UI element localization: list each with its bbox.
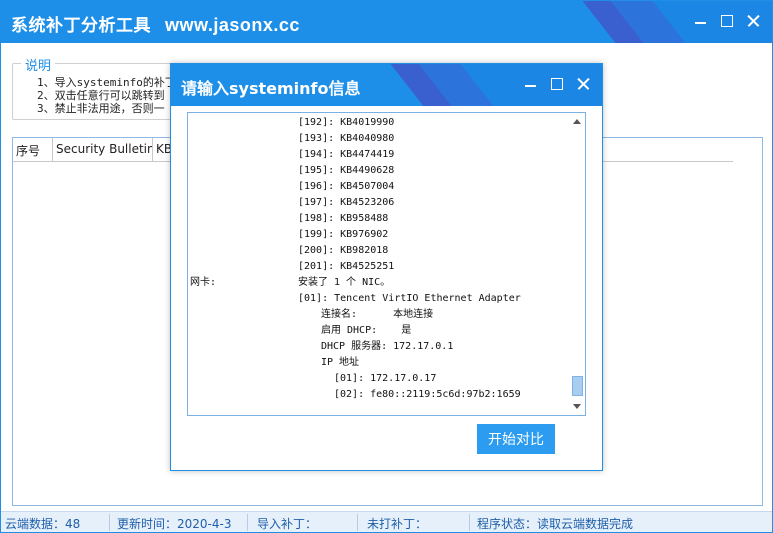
column-header-bulletin[interactable]: Security Bulletin — [53, 138, 153, 161]
status-program-state: 程序状态：读取云端数据完成 — [477, 517, 634, 531]
systeminfo-value: [192]: KB4019990 — [298, 117, 395, 128]
description-line: 3、禁止非法用途，否则一 — [37, 102, 165, 115]
systeminfo-value: [200]: KB982018 — [298, 245, 389, 256]
systeminfo-value: [194]: KB4474419 — [298, 149, 395, 160]
systeminfo-value: 启用 DHCP: 是 — [321, 325, 412, 336]
systeminfo-value: [01]: Tencent VirtIO Ethernet Adapter — [298, 293, 521, 304]
systeminfo-value: [197]: KB4523206 — [298, 197, 395, 208]
description-lines: 1、导入systeminfo的补丁 2、双击任意行可以跳转到 3、禁止非法用途，… — [37, 76, 176, 115]
systeminfo-key: 网卡: — [190, 277, 217, 288]
status-bar: 云端数据：48 更新时间：2020-4-3 导入补丁： 未打补丁： 程序状态：读… — [1, 511, 772, 532]
vertical-scrollbar[interactable] — [570, 113, 585, 415]
start-compare-button[interactable]: 开始对比 — [477, 424, 555, 454]
scroll-up-icon[interactable] — [573, 119, 581, 124]
description-group: 说明 1、导入systeminfo的补丁 2、双击任意行可以跳转到 3、禁止非法… — [12, 55, 194, 120]
app-title: 系统补丁分析工具 www.jasonx.cc — [11, 11, 300, 36]
scroll-thumb[interactable] — [572, 376, 583, 396]
close-icon[interactable] — [745, 13, 761, 29]
dialog-title: 请输入systeminfo信息 — [181, 79, 361, 98]
systeminfo-value: IP 地址 — [321, 357, 360, 368]
systeminfo-value: [01]: 172.17.0.17 — [334, 373, 437, 384]
maximize-icon[interactable] — [549, 76, 565, 92]
description-legend: 说明 — [21, 55, 56, 74]
minimize-icon[interactable] — [693, 13, 709, 29]
scroll-down-icon[interactable] — [573, 404, 581, 409]
systeminfo-text[interactable]: [192]: KB4019990 [193]: KB4040980 [194]: K… — [188, 113, 570, 415]
app-title-site: www.jasonx.cc — [165, 15, 300, 35]
description-line: 2、双击任意行可以跳转到 — [37, 89, 165, 102]
main-window-controls — [693, 13, 761, 29]
systeminfo-dialog: 请输入systeminfo信息 [192]: KB4019990 [193]: K… — [170, 63, 603, 471]
systeminfo-value: [195]: KB4490628 — [298, 165, 395, 176]
systeminfo-value: [198]: KB958488 — [298, 213, 389, 224]
status-imported-patches: 导入补丁： — [257, 517, 318, 531]
systeminfo-value: [201]: KB4525251 — [298, 261, 395, 272]
systeminfo-value: [193]: KB4040980 — [298, 133, 395, 144]
systeminfo-value: DHCP 服务器: 172.17.0.1 — [321, 341, 454, 352]
systeminfo-input[interactable]: [192]: KB4019990 [193]: KB4040980 [194]: K… — [187, 112, 586, 416]
maximize-icon[interactable] — [719, 13, 735, 29]
main-title-bar[interactable]: 系统补丁分析工具 www.jasonx.cc — [1, 1, 772, 43]
status-update-time: 更新时间：2020-4-3 — [117, 517, 232, 531]
systeminfo-value: 连接名: 本地连接 — [321, 309, 434, 320]
app-title-name: 系统补丁分析工具 — [11, 16, 151, 36]
systeminfo-value: 安装了 1 个 NIC。 — [298, 277, 391, 288]
systeminfo-value: [196]: KB4507004 — [298, 181, 395, 192]
close-icon[interactable] — [575, 76, 591, 92]
description-line: 1、导入systeminfo的补丁 — [37, 76, 176, 89]
dialog-title-bar[interactable]: 请输入systeminfo信息 — [171, 64, 602, 106]
minimize-icon[interactable] — [523, 76, 539, 92]
column-header-index[interactable]: 序号 — [13, 138, 53, 161]
systeminfo-value: [199]: KB976902 — [298, 229, 389, 240]
systeminfo-value: [02]: fe80::2119:5c6d:97b2:1659 — [334, 389, 521, 400]
status-missing-patches: 未打补丁： — [367, 517, 428, 531]
dialog-window-controls — [523, 76, 591, 92]
status-cloud-data: 云端数据：48 — [5, 517, 81, 531]
